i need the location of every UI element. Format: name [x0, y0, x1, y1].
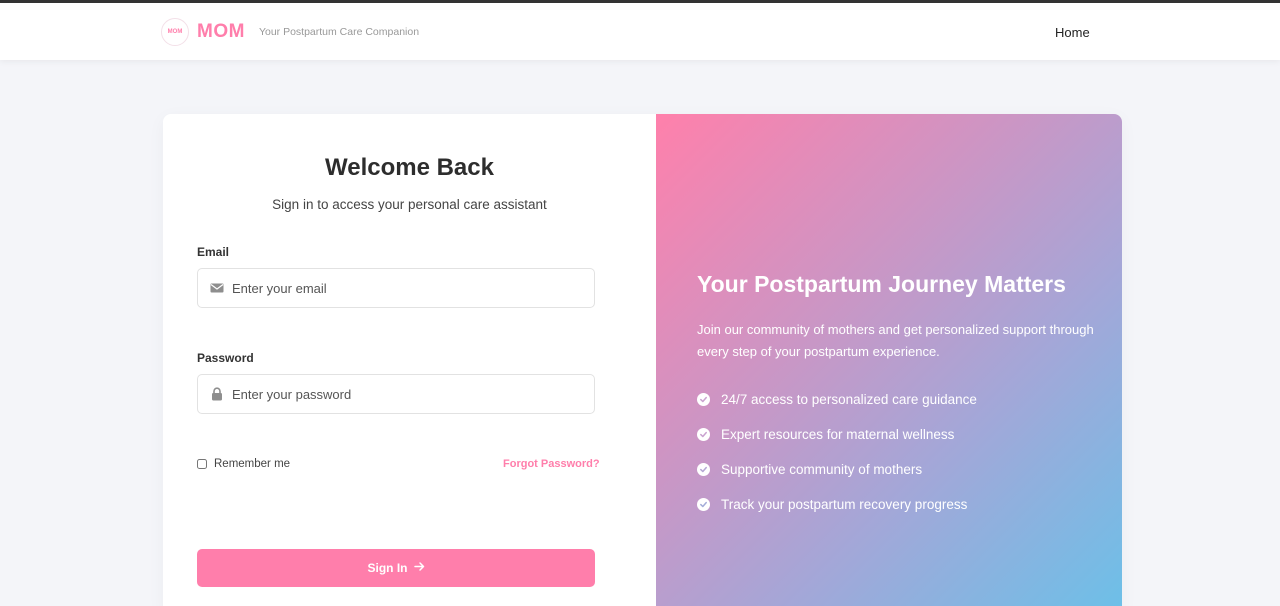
- feature-list: 24/7 access to personalized care guidanc…: [697, 382, 977, 522]
- promo-panel: Your Postpartum Journey Matters Join our…: [656, 114, 1122, 606]
- password-label: Password: [197, 351, 254, 365]
- logo-mark-icon: MOM: [161, 18, 189, 46]
- forgot-password-link[interactable]: Forgot Password?: [503, 458, 600, 470]
- page-title: Welcome Back: [325, 154, 494, 181]
- password-input[interactable]: [232, 375, 587, 413]
- remember-me[interactable]: Remember me: [197, 458, 290, 470]
- list-item: Supportive community of mothers: [697, 452, 977, 487]
- check-circle-icon: [697, 428, 710, 441]
- remember-me-label: Remember me: [214, 458, 291, 470]
- feature-text: Supportive community of mothers: [721, 462, 923, 477]
- check-circle-icon: [697, 393, 710, 406]
- email-label: Email: [197, 245, 230, 259]
- brand-name: MOM: [197, 21, 245, 42]
- list-item: 24/7 access to personalized care guidanc…: [697, 382, 977, 417]
- email-field[interactable]: [197, 268, 595, 308]
- sign-in-button[interactable]: Sign In: [197, 549, 595, 587]
- brand-tagline: Your Postpartum Care Companion: [258, 26, 420, 38]
- password-field[interactable]: [197, 374, 595, 414]
- check-circle-icon: [697, 463, 710, 476]
- remember-me-checkbox[interactable]: [197, 459, 207, 469]
- lock-icon: [210, 387, 224, 401]
- check-circle-icon: [697, 498, 710, 511]
- feature-text: 24/7 access to personalized care guidanc…: [721, 392, 977, 407]
- envelope-icon: [210, 281, 224, 295]
- page-subtitle: Sign in to access your personal care ass…: [272, 197, 547, 212]
- brand-logo[interactable]: MOM MOM Your Postpartum Care Companion: [161, 18, 419, 46]
- login-form-panel: Welcome Back Sign in to access your pers…: [163, 114, 656, 606]
- sign-in-label: Sign In: [367, 561, 408, 575]
- feature-text: Track your postpartum recovery progress: [721, 497, 968, 512]
- list-item: Track your postpartum recovery progress: [697, 487, 977, 522]
- nav-home-link[interactable]: Home: [1055, 25, 1090, 40]
- promo-title: Your Postpartum Journey Matters: [697, 271, 1066, 297]
- top-navbar: MOM MOM Your Postpartum Care Companion H…: [0, 0, 1280, 60]
- login-card: Welcome Back Sign in to access your pers…: [163, 114, 1122, 606]
- email-input[interactable]: [232, 269, 587, 307]
- feature-text: Expert resources for maternal wellness: [721, 427, 955, 442]
- promo-description: Join our community of mothers and get pe…: [697, 322, 1094, 359]
- arrow-right-icon: [413, 561, 425, 575]
- list-item: Expert resources for maternal wellness: [697, 417, 977, 452]
